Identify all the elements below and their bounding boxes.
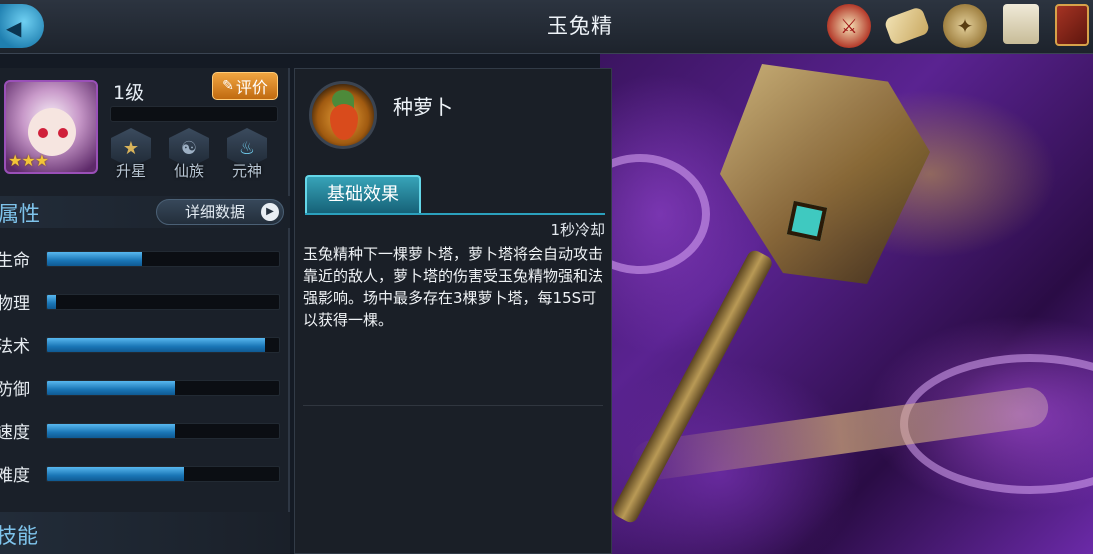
staff-pole: [610, 247, 775, 525]
rate-button-label: 评价: [235, 78, 268, 97]
stat-bar-fill: [47, 252, 143, 266]
stat-bar-fill: [47, 338, 266, 352]
skill-detail-panel: 种萝卜 基础效果 1秒冷却 玉兔精种下一棵萝卜塔，萝卜塔将会自动攻击靠近的敌人，…: [294, 68, 612, 554]
stat-bar-fill: [47, 381, 175, 395]
badge-race[interactable]: ☯ 仙族: [166, 128, 212, 180]
skills-header: 技能: [0, 512, 290, 554]
stat-bar-fill: [47, 295, 57, 309]
stat-bar-fill: [47, 424, 175, 438]
badge-spirit[interactable]: ♨ 元神: [224, 128, 270, 180]
play-arrow-icon: ▶: [261, 203, 279, 221]
stat-bar: [46, 380, 280, 396]
battle-seal-icon[interactable]: ⚔: [827, 4, 871, 48]
stat-row: 法术: [0, 332, 290, 358]
avatar-eye: [58, 128, 68, 138]
hero-badges: ★ 升星 ☯ 仙族 ♨ 元神: [108, 128, 270, 180]
hero-artwork: [600, 54, 1093, 554]
avatar-eye: [38, 128, 48, 138]
tab-underline: [305, 213, 605, 215]
exp-bar: [110, 106, 278, 122]
staff-gem: [786, 200, 828, 242]
hero-level: 1级: [113, 82, 145, 104]
stat-label: 速度: [0, 423, 30, 443]
stat-bar: [46, 294, 280, 310]
magic-swirl: [600, 154, 710, 274]
carrot-body: [330, 104, 358, 140]
badge-label: 升星: [115, 162, 146, 180]
divider: [303, 405, 603, 406]
stat-label: 法术: [0, 337, 30, 357]
stat-row: 物理: [0, 289, 290, 315]
top-bar: ◀ 玉兔精 ⚔ ✦: [0, 0, 1093, 54]
skill-name: 种萝卜: [393, 95, 453, 119]
top-icon-bar: ⚔ ✦: [827, 4, 1089, 48]
book-icon[interactable]: [1055, 4, 1089, 46]
stat-bar: [46, 337, 280, 353]
stat-row: 速度: [0, 418, 290, 444]
hero-info-panel: ★★★ 1级 ✎ 评价 ★ 升星 ☯ 仙族 ♨ 元神 属性 详细数据 ▶ 生命物…: [0, 68, 290, 554]
stat-bar: [46, 251, 280, 267]
skill-description: 玉兔精种下一棵萝卜塔，萝卜塔将会自动攻击靠近的敌人，萝卜塔的伤害受玉兔精物强和法…: [303, 245, 604, 329]
skills-title: 技能: [0, 524, 38, 548]
badge-upgrade-star[interactable]: ★ 升星: [108, 128, 154, 180]
skill-cooldown: 1秒冷却: [550, 221, 605, 239]
avatar-face: [28, 108, 76, 156]
document-icon[interactable]: [1003, 4, 1039, 44]
stat-bar: [46, 423, 280, 439]
carrot-skill-icon: [309, 81, 377, 149]
detail-data-label: 详细数据: [185, 203, 246, 221]
hero-avatar[interactable]: ★★★: [4, 80, 98, 174]
detail-data-button[interactable]: 详细数据 ▶: [156, 199, 284, 225]
badge-label: 元神: [231, 162, 262, 180]
stat-row: 防御: [0, 375, 290, 401]
attributes-header: 属性 详细数据 ▶: [0, 196, 290, 228]
stat-label: 难度: [0, 466, 30, 486]
medal-coin-icon[interactable]: ✦: [943, 4, 987, 48]
tab-basic-effect[interactable]: 基础效果: [305, 175, 421, 215]
scroll-icon[interactable]: [883, 6, 931, 46]
stat-label: 生命: [0, 251, 30, 271]
star-rating: ★★★: [8, 151, 49, 170]
stat-row: 难度: [0, 461, 290, 487]
stat-bar: [46, 466, 280, 482]
rate-button[interactable]: ✎ 评价: [212, 72, 278, 100]
attributes-title: 属性: [0, 202, 40, 226]
stat-row: 生命: [0, 246, 290, 272]
edit-icon: ✎: [222, 78, 234, 94]
stat-label: 防御: [0, 380, 30, 400]
badge-label: 仙族: [173, 162, 204, 180]
stat-label: 物理: [0, 294, 30, 314]
stat-bar-fill: [47, 467, 184, 481]
